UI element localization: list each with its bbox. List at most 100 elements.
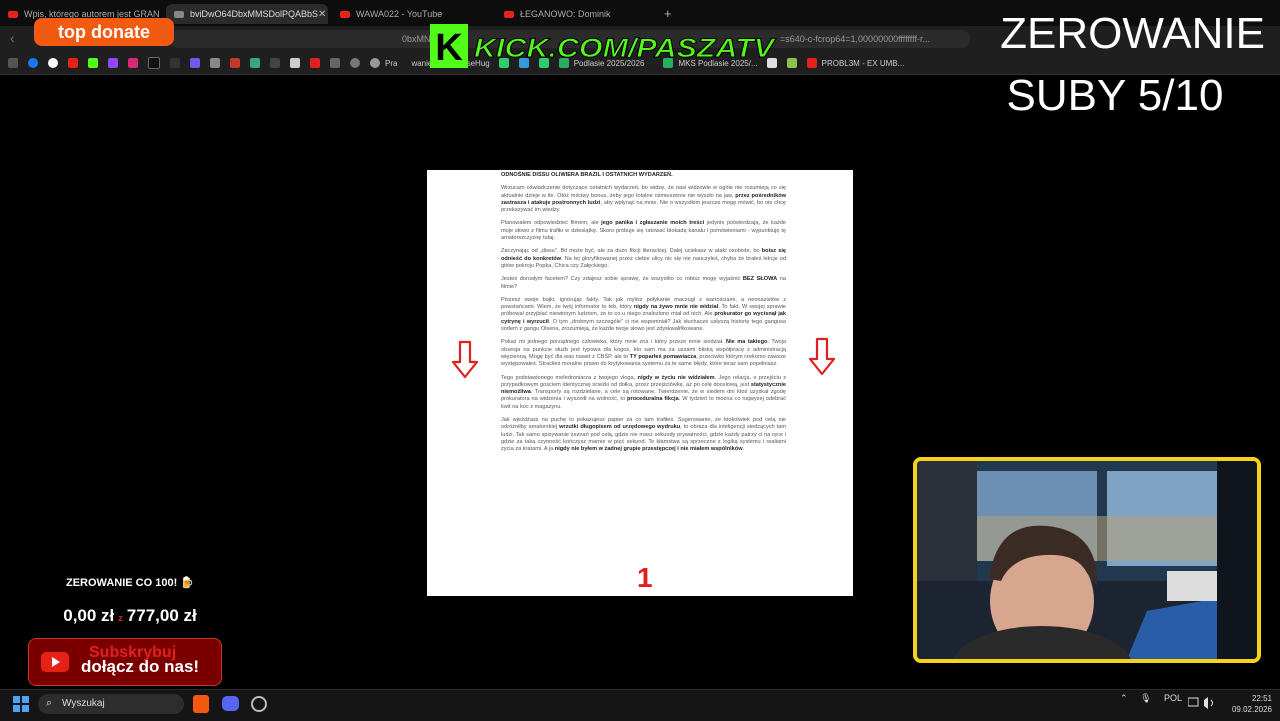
tab-title: bviDwO64DbxMMSDolPQABbS (190, 9, 319, 19)
youtube-icon (8, 10, 18, 18)
goal-separator: z (118, 613, 123, 623)
clock-time: 22:51 (1251, 694, 1272, 703)
kick-icon[interactable] (88, 58, 98, 68)
x-icon[interactable] (290, 58, 300, 68)
page-number: 1 (637, 562, 653, 593)
kick-url: KICK.COM/PASZATV (474, 33, 776, 63)
facebook-icon[interactable] (28, 58, 38, 68)
android-icon[interactable] (786, 58, 797, 68)
webcam-feed (913, 457, 1261, 663)
donation-goal-amount: 0,00 zł z 777,00 zł (30, 606, 230, 626)
link-icon[interactable] (210, 58, 220, 68)
kick-k-letter: K (435, 27, 463, 68)
brave-icon[interactable] (193, 695, 209, 713)
subs-counter: SUBY 5/10 (1006, 71, 1224, 120)
search-placeholder: Wyszukaj (62, 698, 105, 709)
document-body: ODNOŚNIE DISSU OLIWIERA BRAZIL I OSTATNI… (501, 172, 786, 460)
document-heading: ODNOŚNIE DISSU OLIWIERA BRAZIL I OSTATNI… (501, 172, 673, 178)
document-paragraph: Pokaż mi jednego porządnego człowieka, k… (501, 339, 786, 368)
donation-goal-title: ZEROWANIE CO 100! 🍺 (66, 577, 194, 589)
zerowanie-title: ZEROWANIE (1000, 9, 1265, 58)
goal-current: 0,00 zł (63, 606, 115, 625)
text-fragment: Zaczynając od „dissu". Bit może być, ale… (501, 248, 762, 255)
webcam-image (917, 461, 1257, 659)
text-fragment: Planowałem odpowiedzieć filmem, ale (501, 220, 602, 227)
bold-fragment: wrzutki długopisem od urzędowego wydruku (559, 424, 681, 431)
bold-fragment: jego panika i zgłaszanie moich treści (601, 220, 705, 227)
tip-icon[interactable] (170, 58, 180, 68)
system-tray: ⌃ 🎙 POL (1120, 693, 1192, 704)
goal-target: 777,00 zł (126, 606, 197, 625)
text-fragment: . (742, 446, 745, 453)
search-icon: ⌕ (46, 697, 53, 709)
microphone-icon[interactable]: 🎙 (1140, 693, 1151, 703)
text-fragment: Tego podstawionego mefedroniarza z twoje… (501, 374, 638, 381)
tab-title: ŁEGANOWO: Dominik (520, 9, 611, 19)
join-label: dołącz do nas! (81, 657, 200, 676)
globe-icon (370, 58, 380, 68)
windows-start-icon[interactable] (13, 696, 29, 712)
tiktok-icon[interactable] (148, 57, 160, 69)
bold-fragment: proceduralna fikcja (627, 396, 679, 403)
instagram-icon[interactable] (128, 58, 138, 68)
s-icon[interactable] (310, 58, 320, 68)
document-paragraph: Zaczynając od „dissu". Bit może być, ale… (501, 248, 786, 270)
taskbar-clock[interactable]: 22:51 09.02.2026 (1220, 693, 1272, 715)
back-icon[interactable]: ‹ (10, 30, 15, 46)
bookmark-item[interactable]: PROBL3M - EX UMB... (802, 58, 904, 68)
bold-fragment: BEZ SŁOWA (742, 276, 778, 283)
youtube-icon (806, 58, 817, 68)
bold-fragment: nigdy na żywo mnie nie widział (633, 304, 719, 311)
tab-2[interactable]: bviDwO64DbxMMSDolPQABbS ✕ (166, 4, 328, 24)
tab-4[interactable]: ŁEGANOWO: Dominik (496, 4, 656, 24)
kick-logo: K KICK.COM/PASZATV (430, 24, 777, 68)
discord-icon[interactable] (222, 696, 239, 711)
top-donate-banner: top donate (34, 18, 174, 46)
statement-document: ODNOŚNIE DISSU OLIWIERA BRAZIL I OSTATNI… (427, 170, 853, 596)
clock-date: 09.02.2026 (1231, 705, 1272, 714)
address-text: 0bxMN (402, 34, 431, 44)
arrow-down-icon (808, 337, 836, 376)
apps-icon[interactable] (8, 58, 18, 68)
document-paragraph: Piszesz swoje bajki, ignorując fakty. Ta… (501, 297, 786, 333)
document-paragraph: Tego podstawionego mefedroniarza z twoje… (501, 375, 786, 411)
address-text-tail: =s640-c-fcrop64=1,00000000ffffffff-r... (780, 34, 930, 44)
page-icon (174, 10, 184, 18)
bookmark-item[interactable]: Pra (365, 58, 397, 68)
youtube-icon (340, 10, 350, 18)
play-icon[interactable] (270, 58, 280, 68)
google-icon[interactable] (48, 58, 58, 68)
document-paragraphs: Wrzucam oświadczenie dotyczące ostatnich… (501, 185, 786, 453)
chevron-up-icon[interactable]: ⌃ (1120, 693, 1128, 703)
tab-title: WAWA022 - YouTube (356, 9, 443, 19)
close-icon[interactable]: ✕ (318, 9, 326, 20)
arrow-down-icon (451, 340, 479, 379)
text-fragment: Pokaż mi jednego porządnego człowieka, k… (501, 339, 727, 346)
taskbar (0, 689, 1280, 721)
document-paragraph: Jesteś dorosłym facetem? Czy zdajesz sob… (501, 276, 786, 291)
bold-fragment: Nie ma takiego (726, 339, 768, 346)
threads-icon[interactable] (190, 58, 200, 68)
stock-icon[interactable] (250, 58, 260, 68)
bold-fragment: TY poparłeś pomawiacza (629, 353, 697, 360)
document-paragraph: Jak wjeżdżasz na puchę to pokazujesz pap… (501, 417, 786, 453)
document-paragraph: Planowałem odpowiedzieć filmem, ale jego… (501, 220, 786, 242)
tab-3[interactable]: WAWA022 - YouTube (332, 4, 492, 24)
language-indicator[interactable]: POL (1164, 693, 1182, 703)
top-donate-label: top donate (58, 22, 150, 42)
new-tab-icon[interactable]: + (664, 6, 672, 21)
mail-icon[interactable] (230, 58, 240, 68)
document-paragraph: Wrzucam oświadczenie dotyczące ostatnich… (501, 185, 786, 214)
twitch-icon[interactable] (108, 58, 118, 68)
app-icon[interactable] (251, 696, 267, 712)
youtube-icon (41, 652, 69, 672)
bold-fragment: nigdy w życiu nie widziałem (637, 374, 715, 381)
text-fragment: Jesteś dorosłym facetem? Czy zdajesz sob… (501, 276, 743, 283)
subscribe-widget: Subskrybuj dołącz do nas! (28, 638, 222, 686)
youtube-icon (504, 10, 514, 18)
globe-icon[interactable] (350, 58, 360, 68)
bold-fragment: nigdy nie byłem w żadnej grupie przestęp… (554, 446, 743, 453)
youtube-icon[interactable] (68, 58, 78, 68)
taskbar-search[interactable]: ⌕ Wyszukaj (38, 694, 184, 714)
chat-icon[interactable] (330, 58, 340, 68)
